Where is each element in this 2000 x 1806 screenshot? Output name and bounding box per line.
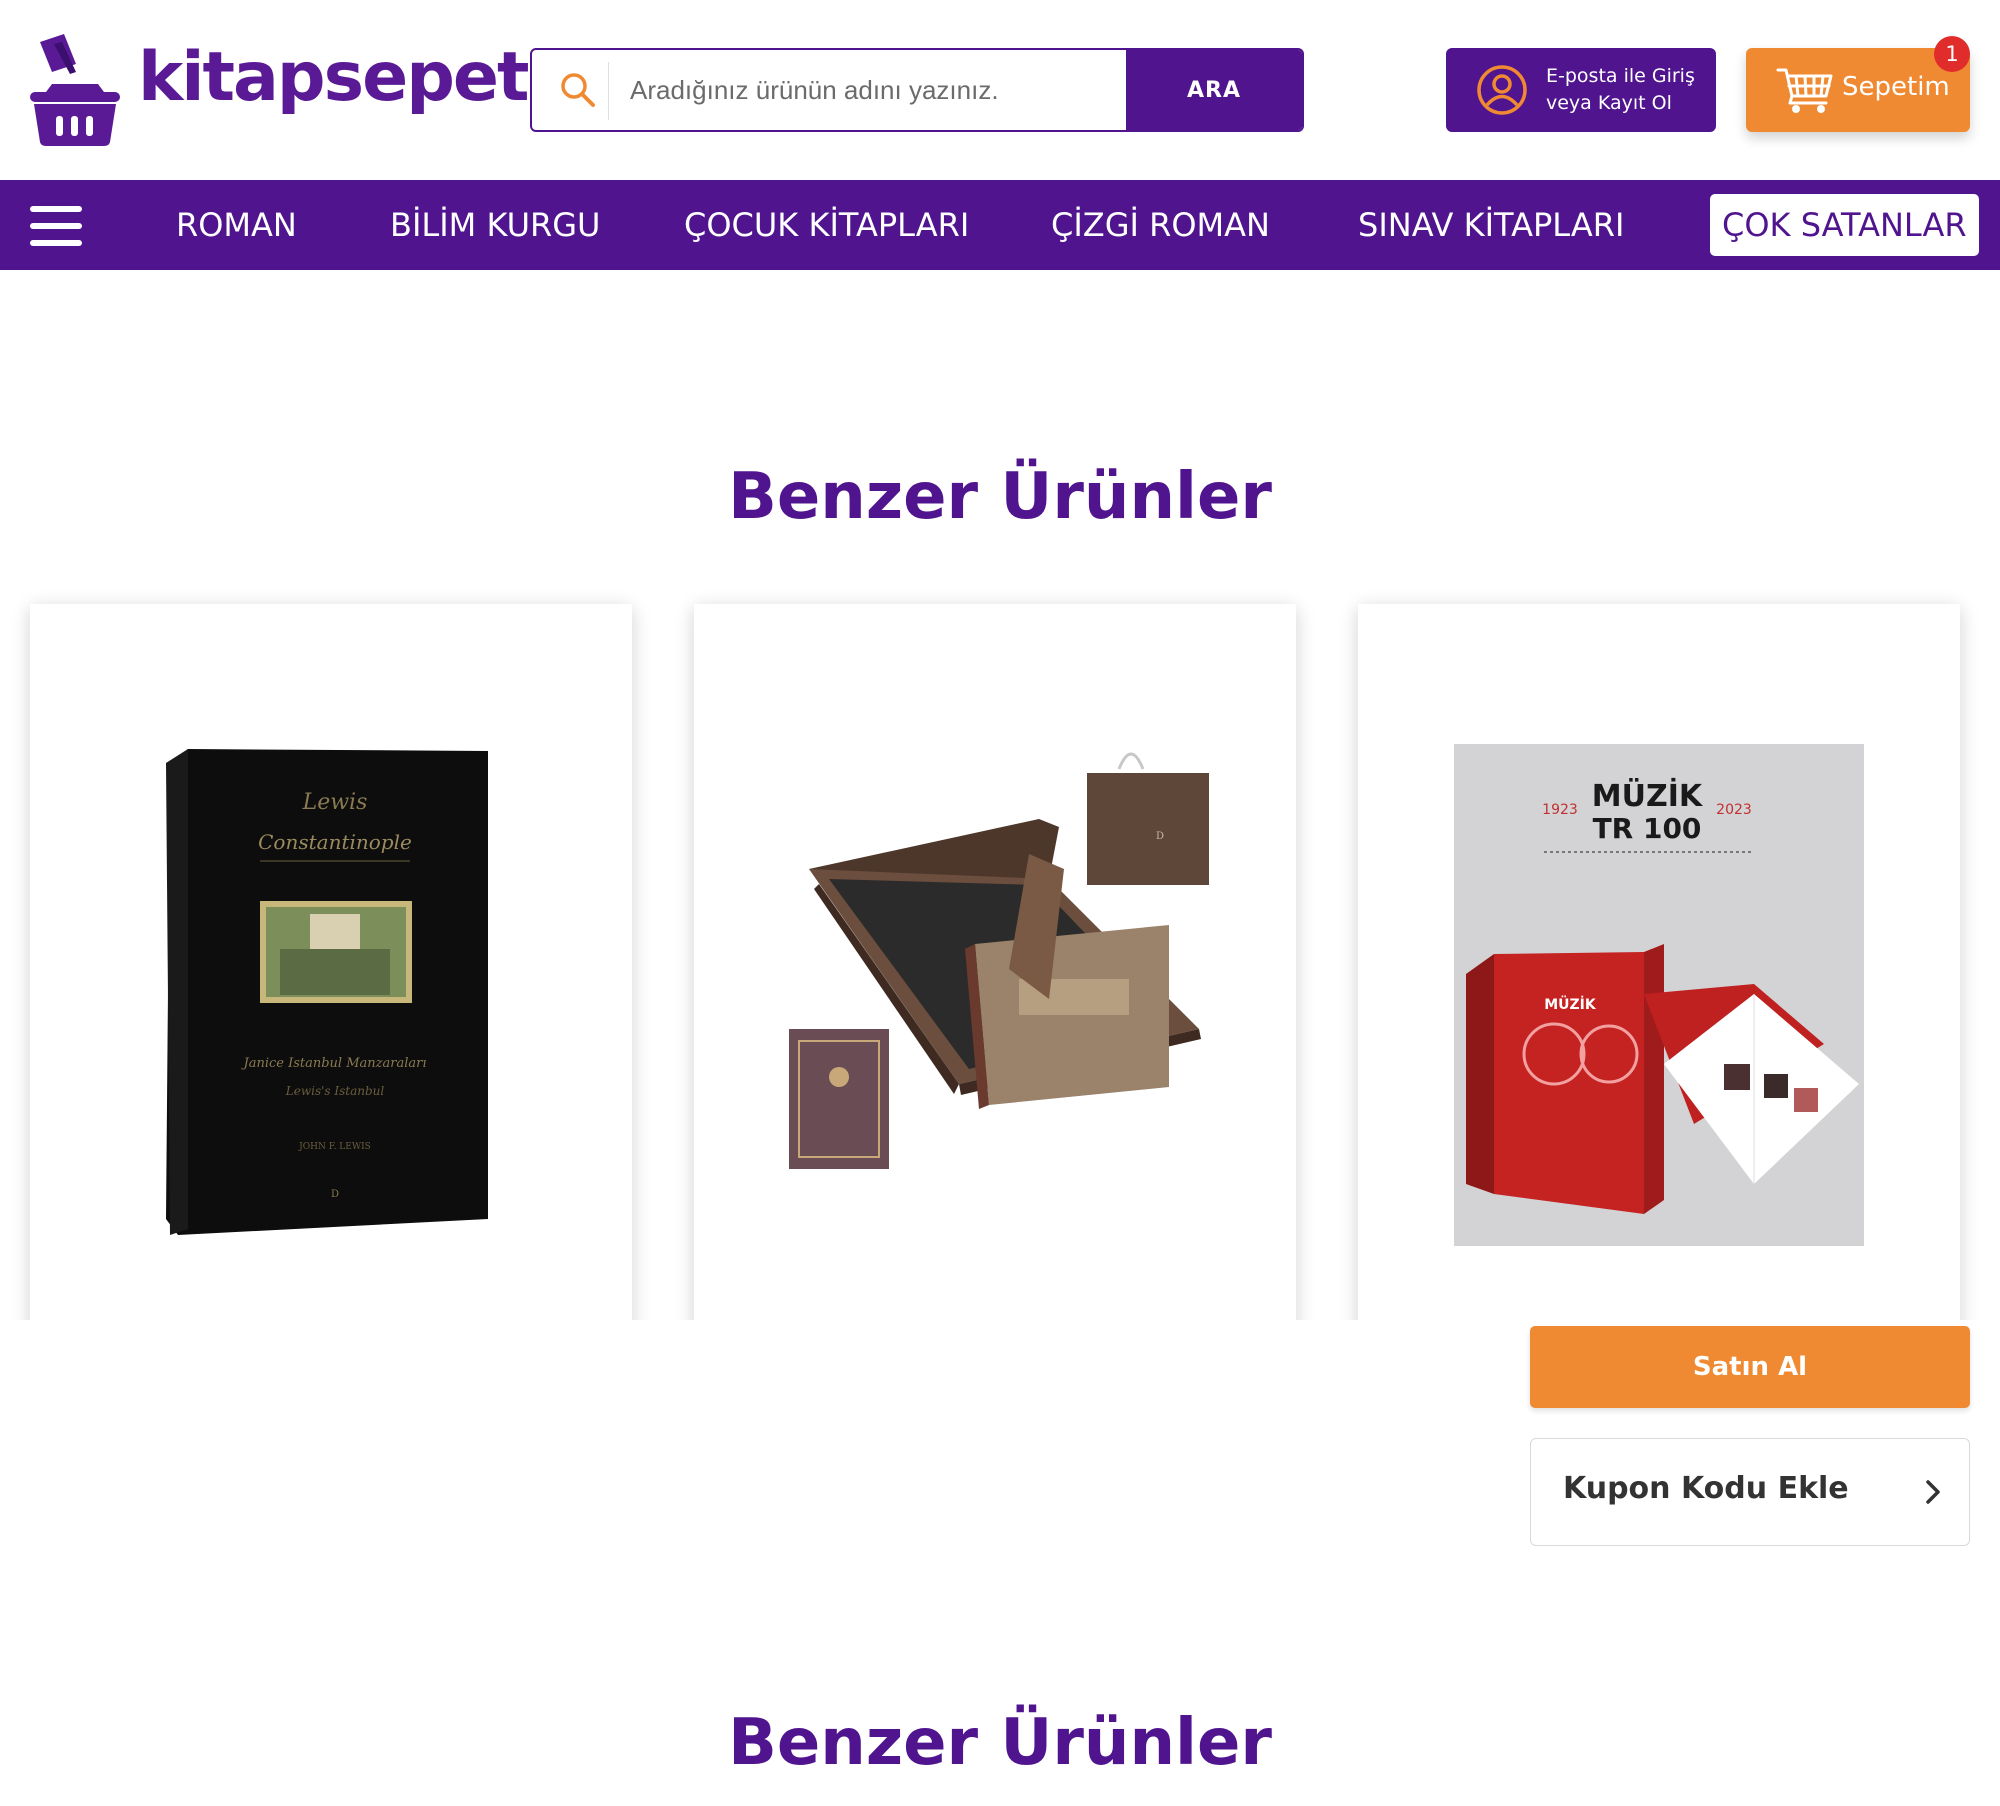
nav-item-cocuk-kitaplari[interactable]: ÇOCUK KİTAPLARI bbox=[684, 180, 969, 270]
svg-text:MÜZİK: MÜZİK bbox=[1544, 995, 1597, 1013]
similar-products-title: Benzer Ürünler bbox=[728, 460, 1272, 534]
svg-text:Constantinople: Constantinople bbox=[258, 830, 412, 854]
cover-year-right: 2023 bbox=[1716, 802, 1752, 818]
svg-text:JOHN F. LEWIS: JOHN F. LEWIS bbox=[298, 1142, 371, 1152]
chevron-right-icon bbox=[1926, 1480, 1940, 1504]
cart-count-badge: 1 bbox=[1934, 36, 1970, 72]
category-nav: ROMAN BİLİM KURGU ÇOCUK KİTAPLARI ÇİZGİ … bbox=[0, 180, 2000, 270]
coupon-label: Kupon Kodu Ekle bbox=[1563, 1471, 1849, 1506]
basket-logo-icon bbox=[30, 34, 120, 146]
product-carousel: Lewis Constantinople Janice Istanbul Man… bbox=[0, 590, 2000, 1320]
svg-text:D: D bbox=[331, 1189, 339, 1200]
similar-products-title-2: Benzer Ürünler bbox=[728, 1706, 1272, 1780]
product-image: 1923 2023 MÜZİK TR 100 MÜZİK bbox=[1454, 744, 1864, 1246]
login-register-button[interactable]: E-posta ile Giriş veya Kayıt Ol bbox=[1446, 48, 1716, 132]
user-circle-icon bbox=[1477, 65, 1527, 115]
product-card[interactable]: Lewis Constantinople Janice Istanbul Man… bbox=[30, 604, 632, 1320]
nav-item-roman[interactable]: ROMAN bbox=[176, 180, 297, 270]
cover-title: MÜZİK bbox=[1592, 777, 1704, 814]
nav-item-sinav-kitaplari[interactable]: SINAV KİTAPLARI bbox=[1358, 180, 1624, 270]
svg-text:D: D bbox=[1156, 831, 1164, 842]
product-image: D bbox=[789, 752, 1209, 1169]
login-label: E-posta ile Giriş veya Kayıt Ol bbox=[1546, 63, 1716, 117]
svg-text:Lewis's Istanbul: Lewis's Istanbul bbox=[285, 1084, 385, 1098]
product-image: Lewis Constantinople Janice Istanbul Man… bbox=[166, 749, 488, 1235]
buy-button[interactable]: Satın Al bbox=[1530, 1326, 1970, 1408]
search-divider bbox=[608, 62, 609, 120]
brand-name: kitapsepeti bbox=[138, 38, 551, 117]
nav-item-cizgi-roman[interactable]: ÇİZGİ ROMAN bbox=[1051, 180, 1270, 270]
product-card[interactable]: 1923 2023 MÜZİK TR 100 MÜZİK bbox=[1358, 604, 1960, 1320]
cover-year-left: 1923 bbox=[1542, 802, 1578, 818]
login-label-line1: E-posta ile Giriş bbox=[1546, 65, 1695, 87]
search-input[interactable] bbox=[628, 50, 1128, 130]
cover-subtitle: TR 100 bbox=[1593, 812, 1702, 845]
site-header: kitapsepeti ARA E-posta ile Giriş veya K… bbox=[0, 0, 2000, 180]
svg-text:Janice Istanbul Manzaraları: Janice Istanbul Manzaraları bbox=[240, 1056, 426, 1071]
cart-label: Sepetim bbox=[1842, 72, 1950, 102]
nav-item-cok-satanlar[interactable]: ÇOK SATANLAR bbox=[1710, 194, 1979, 256]
shopping-cart-icon bbox=[1776, 68, 1833, 113]
login-label-line2: veya Kayıt Ol bbox=[1546, 92, 1672, 114]
hamburger-menu-icon[interactable] bbox=[30, 206, 82, 246]
nav-item-bilim-kurgu[interactable]: BİLİM KURGU bbox=[390, 180, 600, 270]
brand-logo[interactable]: kitapsepeti bbox=[30, 34, 551, 146]
search-bar: ARA bbox=[530, 48, 1304, 132]
product-card[interactable]: D bbox=[694, 604, 1296, 1320]
search-icon bbox=[561, 73, 595, 107]
search-button[interactable]: ARA bbox=[1126, 50, 1302, 130]
svg-text:Lewis: Lewis bbox=[302, 790, 368, 815]
add-coupon-button[interactable]: Kupon Kodu Ekle bbox=[1530, 1438, 1970, 1546]
